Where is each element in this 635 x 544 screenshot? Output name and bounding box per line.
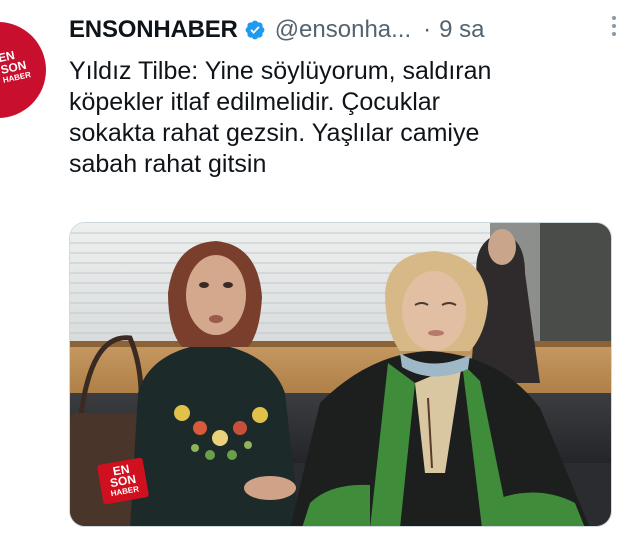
author-handle[interactable]: @ensonha... — [275, 16, 411, 44]
media-watermark-logo: EN SON HABER — [96, 457, 150, 505]
author-display-name[interactable]: ENSONHABER — [69, 16, 238, 44]
tweet-timestamp[interactable]: 9 sa — [439, 16, 484, 44]
verified-badge-icon — [245, 20, 265, 40]
avatar-logo: EN SON HABER — [0, 44, 43, 85]
separator-dot: · — [423, 16, 432, 43]
tweet-text: Yıldız Tilbe: Yine söylüyorum, saldıran … — [69, 57, 492, 178]
tweet-media-image[interactable]: EN SON HABER — [69, 222, 612, 527]
author-avatar[interactable]: EN SON HABER — [0, 22, 46, 118]
media-photo — [70, 223, 611, 526]
more-vertical-icon[interactable] — [609, 12, 619, 44]
tweet-header: ENSONHABER @ensonha... · 9 sa — [69, 10, 629, 50]
